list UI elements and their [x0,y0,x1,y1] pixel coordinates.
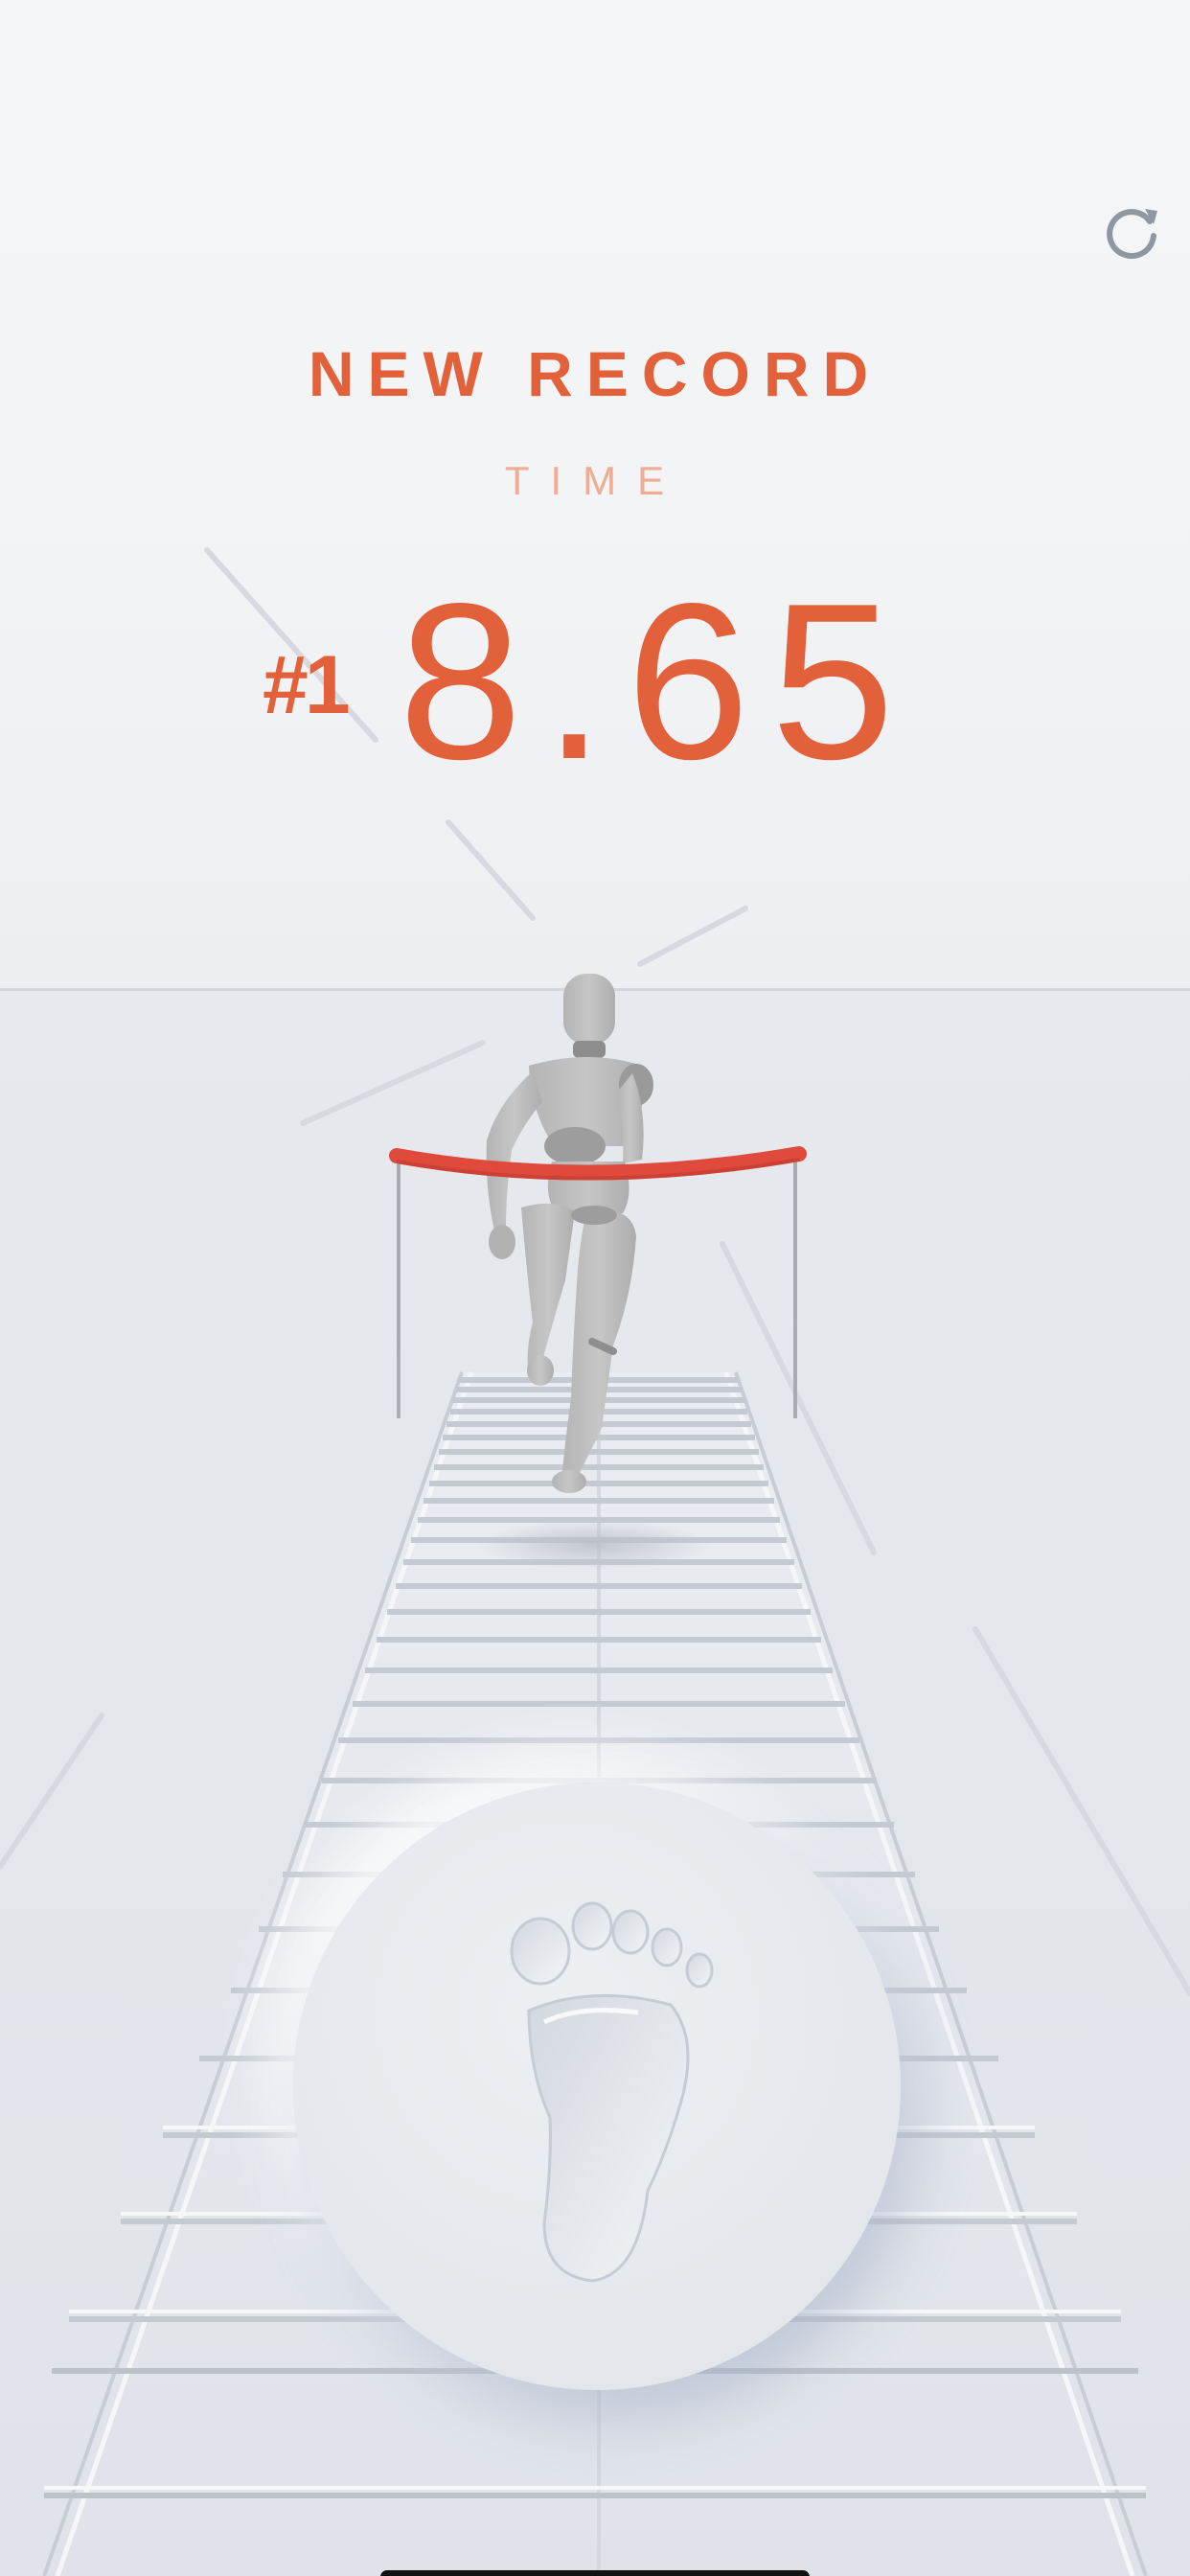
time-value: 8.65 [399,558,916,806]
step-tap-button[interactable] [293,1782,901,2390]
new-record-title: NEW RECORD [308,338,882,409]
rank-badge: #1 [263,639,351,731]
home-indicator [380,2570,810,2576]
footprint-icon [510,1901,714,2283]
restart-button[interactable] [1100,199,1163,263]
refresh-icon [1107,209,1157,260]
runner-shadow [479,1520,709,1570]
metric-label: TIME [504,458,686,503]
game-screen: NEW RECORD TIME #1 8.65 [0,0,1190,2576]
